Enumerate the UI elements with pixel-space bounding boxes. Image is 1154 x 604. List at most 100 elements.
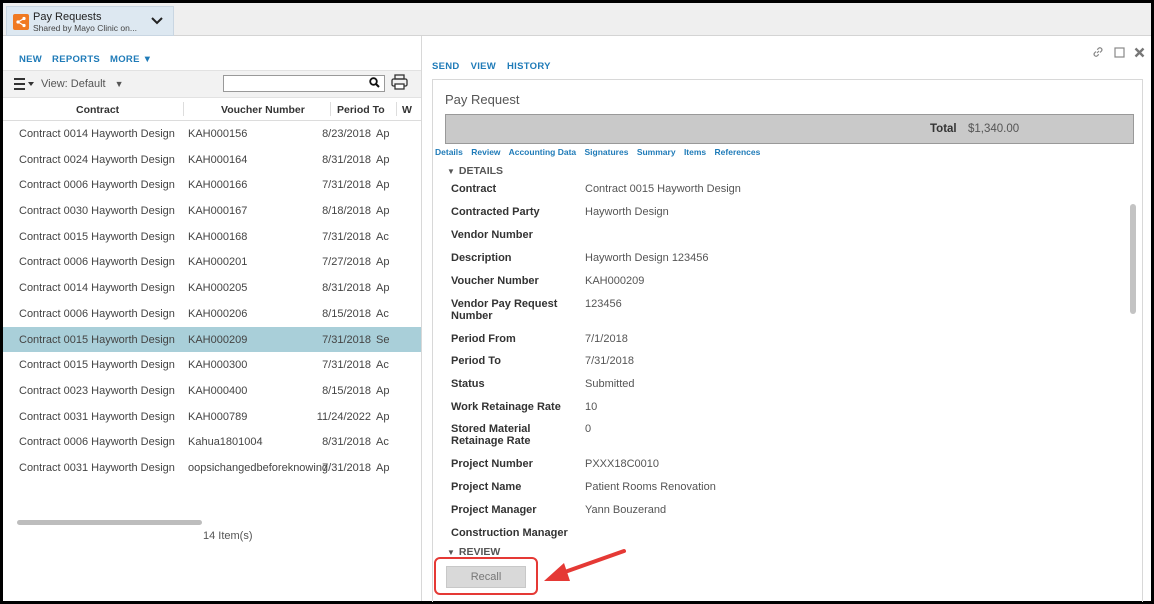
cell-voucher-number: Kahua1801004 — [188, 436, 263, 449]
annotation-arrow-icon — [540, 547, 630, 590]
table-row[interactable]: Contract 0031 Hayworth Design oopsichange… — [3, 455, 421, 481]
field-value: 7/1/2018 — [585, 333, 628, 345]
table-header: Contract Voucher Number Period To W — [3, 98, 421, 121]
table-row[interactable]: Contract 0014 Hayworth Design KAH000156 8/… — [3, 121, 421, 147]
field-label: Period To — [451, 355, 501, 367]
column-divider[interactable] — [396, 102, 397, 116]
horizontal-scrollbar[interactable] — [17, 520, 202, 525]
cell-period-to: 7/31/2018 — [322, 230, 371, 243]
tab-references[interactable]: References — [715, 147, 761, 157]
cell-contract: Contract 0006 Hayworth Design — [19, 436, 175, 449]
field-value: 10 — [585, 401, 598, 413]
cell-w: Ap — [376, 256, 390, 269]
field-label: Construction Manager — [451, 527, 568, 539]
cell-w: Ap — [376, 461, 390, 474]
cell-contract: Contract 0006 Hayworth Design — [19, 307, 175, 320]
col-contract[interactable]: Contract — [76, 104, 119, 116]
field-label: Vendor Pay Request Number — [451, 298, 558, 322]
tab-summary[interactable]: Summary — [637, 147, 676, 157]
caret-down-icon: ▼ — [114, 79, 124, 89]
cell-period-to: 8/18/2018 — [322, 205, 371, 218]
column-divider[interactable] — [330, 102, 331, 116]
cell-w: Ac — [376, 436, 389, 449]
maximize-icon[interactable] — [1114, 47, 1128, 61]
view-button[interactable]: VIEW — [471, 61, 496, 72]
close-icon[interactable] — [1134, 47, 1145, 61]
field-label: Project Name — [451, 481, 522, 493]
table-row[interactable]: Contract 0030 Hayworth Design KAH000167 8/… — [3, 198, 421, 224]
cell-period-to: 8/31/2018 — [322, 436, 371, 449]
tab-accounting-data[interactable]: Accounting Data — [509, 147, 577, 157]
view-selector[interactable]: View: Default ▼ — [41, 78, 124, 90]
cell-w: Ap — [376, 179, 390, 192]
chevron-down-icon[interactable] — [151, 14, 163, 29]
field-label: Contract — [451, 183, 497, 195]
cell-period-to: 7/27/2018 — [322, 256, 371, 269]
print-icon[interactable] — [391, 74, 408, 94]
new-button[interactable]: NEW — [19, 54, 42, 65]
field-value: 7/31/2018 — [585, 355, 634, 367]
cell-voucher-number: KAH000164 — [188, 153, 248, 166]
table-row[interactable]: Contract 0006 Hayworth Design KAH000166 7/… — [3, 172, 421, 198]
table-row[interactable]: Contract 0014 Hayworth Design KAH000205 8/… — [3, 275, 421, 301]
field-label: Contracted Party — [451, 206, 540, 218]
total-value: $1,340.00 — [968, 123, 1020, 135]
table-row[interactable]: Contract 0023 Hayworth Design KAH000400 8/… — [3, 378, 421, 404]
table-row[interactable]: Contract 0006 Hayworth Design KAH000206 8/… — [3, 301, 421, 327]
cell-contract: Contract 0024 Hayworth Design — [19, 153, 175, 166]
cell-period-to: 7/31/2018 — [322, 461, 371, 474]
app-switcher[interactable]: Pay Requests Shared by Mayo Clinic on... — [6, 6, 174, 36]
link-icon[interactable] — [1092, 47, 1107, 61]
cell-contract: Contract 0014 Hayworth Design — [19, 282, 175, 295]
history-button[interactable]: HISTORY — [507, 61, 551, 72]
cell-contract: Contract 0014 Hayworth Design — [19, 128, 175, 140]
table-row[interactable]: Contract 0031 Hayworth Design KAH000789 11… — [3, 404, 421, 430]
cell-period-to: 8/15/2018 — [322, 307, 371, 320]
item-count: 14 Item(s) — [203, 530, 253, 542]
vertical-scrollbar[interactable] — [1130, 204, 1136, 314]
field-label: Work Retainage Rate — [451, 401, 561, 413]
field-label: Stored Material Retainage Rate — [451, 423, 531, 447]
app-title: Pay Requests — [33, 11, 102, 23]
table-row[interactable]: Contract 0015 Hayworth Design KAH000300 7/… — [3, 352, 421, 378]
table-row[interactable]: Contract 0006 Hayworth Design KAH000201 7/… — [3, 249, 421, 275]
search-input[interactable] — [223, 75, 385, 92]
send-button[interactable]: SEND — [432, 61, 460, 72]
tab-items[interactable]: Items — [684, 147, 706, 157]
more-button[interactable]: MORE ▼ — [110, 54, 152, 65]
field-label: Description — [451, 252, 512, 264]
reports-button[interactable]: REPORTS — [52, 54, 100, 65]
search-icon[interactable] — [369, 77, 380, 91]
cell-contract: Contract 0023 Hayworth Design — [19, 384, 175, 397]
table-row[interactable]: Contract 0024 Hayworth Design KAH000164 8/… — [3, 147, 421, 173]
field-value: Hayworth Design 123456 — [585, 252, 709, 264]
details-section-header[interactable]: ▼ DETAILS — [447, 165, 503, 177]
tab-review[interactable]: Review — [471, 147, 500, 157]
field-label: Project Manager — [451, 504, 537, 516]
tab-details[interactable]: Details — [435, 147, 463, 157]
field-value: Hayworth Design — [585, 206, 669, 218]
collapse-caret-icon: ▼ — [447, 167, 455, 176]
recall-button[interactable]: Recall — [446, 566, 526, 588]
tab-signatures[interactable]: Signatures — [585, 147, 629, 157]
table-row[interactable]: Contract 0015 Hayworth Design KAH000168 7/… — [3, 224, 421, 250]
col-w[interactable]: W — [402, 104, 412, 116]
column-divider[interactable] — [183, 102, 184, 116]
detail-pane: SEND VIEW HISTORY Pay Request Total $1,3… — [422, 36, 1151, 602]
table-row[interactable]: Contract 0006 Hayworth Design Kahua180100… — [3, 429, 421, 455]
table-row[interactable]: Contract 0015 Hayworth Design KAH000209 7/… — [3, 326, 421, 353]
field-value: Yann Bouzerand — [585, 504, 667, 516]
cell-w: Ac — [376, 307, 389, 320]
field-label: Status — [451, 378, 485, 390]
field-label: Voucher Number — [451, 275, 539, 287]
field-label: Vendor Number — [451, 229, 533, 241]
pay-request-form: Pay Request Total $1,340.00 Details Revi… — [432, 79, 1143, 602]
field-value: Submitted — [585, 378, 635, 390]
col-voucher-number[interactable]: Voucher Number — [221, 104, 305, 116]
col-period-to[interactable]: Period To — [337, 104, 385, 116]
total-label: Total — [930, 123, 957, 135]
cell-w: Ap — [376, 384, 390, 397]
hamburger-menu-icon[interactable] — [14, 78, 34, 93]
cell-period-to: 7/31/2018 — [322, 359, 371, 372]
cell-w: Se — [376, 333, 390, 346]
